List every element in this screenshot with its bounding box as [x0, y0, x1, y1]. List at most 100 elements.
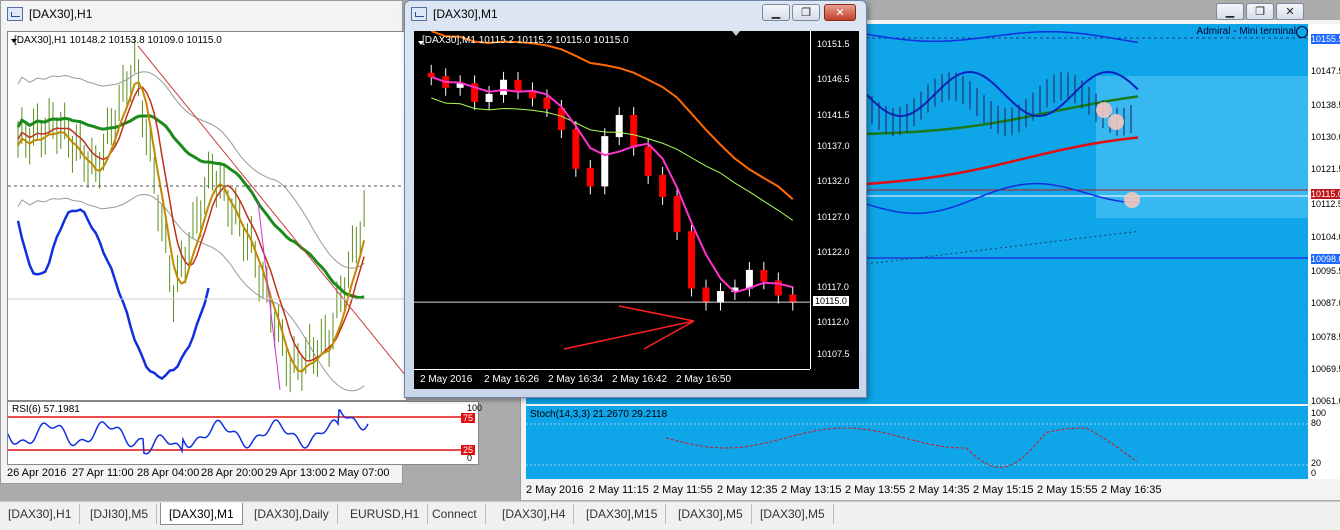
- candle-body: [615, 115, 623, 138]
- y-tick: 10061.0: [1311, 396, 1340, 404]
- tab-9[interactable]: [DAX30],M5: [752, 504, 834, 524]
- tab-6[interactable]: [DAX30],H4: [494, 504, 575, 524]
- h1-rsi-plot[interactable]: RSI(6) 57.1981: [7, 401, 479, 465]
- y-tick: 10137.0: [817, 141, 850, 152]
- candle-body: [586, 167, 594, 187]
- bollinger-lower-line: [17, 194, 365, 392]
- x-tick: 2 May 13:15: [781, 484, 842, 496]
- x-tick: 2 May 16:50: [676, 374, 732, 385]
- candle-body: [688, 231, 696, 289]
- shift-marker-icon: [732, 31, 740, 36]
- ma-blue-line: [16, 208, 210, 381]
- x-tick: 26 Apr 2016: [7, 467, 67, 479]
- signal-marker: [1096, 102, 1112, 118]
- x-tick: 28 Apr 20:00: [201, 467, 264, 479]
- y-tick: 10155.5: [1311, 34, 1340, 44]
- h1-chart-window[interactable]: [DAX30],H1 [DAX30],H1 10148.2 10153.8 10…: [0, 0, 482, 484]
- y-tick: 10069.5: [1311, 364, 1340, 374]
- y-tick: 10132.0: [817, 176, 850, 187]
- y-tick: 10141.5: [817, 109, 850, 120]
- maximize-button[interactable]: ❐: [1246, 3, 1274, 20]
- y-tick: 10117.0: [817, 282, 849, 293]
- rsi-level-labels: 100 75 25 0: [459, 403, 489, 463]
- tab-8[interactable]: [DAX30],M5: [670, 504, 752, 524]
- chart-tab-bar: [DAX30],H1 [DJI30],M5 [DAX30],M1 [DAX30],Da…: [0, 501, 1340, 530]
- mini-terminal-label: Admiral - Mini terminal: [1196, 26, 1296, 37]
- y-tick: 10104.0: [1311, 232, 1340, 242]
- candle-body: [514, 79, 522, 92]
- y-tick: 10121.5: [1311, 164, 1340, 174]
- tab-7[interactable]: [DAX30],M15: [578, 504, 667, 524]
- stoch-level: 20: [1311, 458, 1322, 468]
- m1-maximize-button[interactable]: ❐: [792, 4, 820, 21]
- m1-plot-area[interactable]: [DAX30],M1 10115.2 10115.2 10115.0 10115…: [414, 31, 859, 389]
- m5-x-axis: 2 May 2016 2 May 11:15 2 May 11:55 2 May…: [526, 480, 1308, 500]
- h1-x-axis: 26 Apr 2016 27 Apr 11:00 28 Apr 04:00 28…: [7, 463, 477, 483]
- candle-body: [543, 97, 551, 109]
- y-tick: 10107.5: [817, 348, 850, 359]
- current-price-label: 10115.0: [813, 296, 849, 307]
- mini-terminal-icon[interactable]: [1296, 26, 1308, 38]
- candle-body: [601, 136, 609, 187]
- tab-4[interactable]: EURUSD,H1: [342, 504, 429, 524]
- close-button[interactable]: ✕: [1276, 3, 1304, 20]
- x-tick: 2 May 14:35: [909, 484, 970, 496]
- bollinger-upper-line: [17, 71, 365, 269]
- y-tick: 10112.5: [1311, 199, 1340, 209]
- stoch-label: Stoch(14,3,3) 21.2670 29.2118: [530, 409, 668, 420]
- minimize-button[interactable]: ▁: [1216, 3, 1244, 20]
- m1-y-axis: 10151.5 10146.5 10141.5 10137.0 10132.0 10127…: [810, 31, 859, 369]
- stoch-level: 100: [1311, 408, 1327, 418]
- arrow-drawing: [563, 320, 695, 350]
- m1-close-button[interactable]: ✕: [824, 4, 856, 21]
- chart-window-icon: [411, 7, 427, 21]
- tab-5[interactable]: Connect: [424, 504, 486, 524]
- h1-titlebar[interactable]: [DAX30],H1: [1, 1, 402, 27]
- m1-minimize-button[interactable]: ▁: [762, 4, 790, 21]
- minimize-icon: ▁: [771, 7, 781, 19]
- x-tick: 2 May 15:15: [973, 484, 1034, 496]
- candle-body: [673, 195, 681, 233]
- x-tick: 2 May 16:42: [612, 374, 668, 385]
- tab-3[interactable]: [DAX30],Daily: [246, 504, 338, 524]
- y-tick: 10115.0: [1311, 189, 1340, 199]
- y-tick: 10146.5: [817, 74, 850, 85]
- ma-orange-line: [430, 31, 794, 200]
- stoch-line: [665, 427, 1138, 468]
- candle-body: [789, 294, 797, 303]
- x-tick: 2 May 16:35: [1101, 484, 1162, 496]
- x-tick: 2 May 11:55: [653, 484, 713, 496]
- tab-2[interactable]: [DAX30],M1: [160, 503, 243, 525]
- ma-green-line: [431, 97, 794, 221]
- ma-green-line: [16, 114, 365, 300]
- h1-price-plot[interactable]: [DAX30],H1 10148.2 10153.8 10109.0 10115…: [7, 31, 407, 401]
- rsi-level-75: 75: [461, 413, 476, 423]
- candle-body: [485, 93, 493, 102]
- arrow-drawing: [643, 320, 695, 350]
- stoch-y-axis: 100 80 20 0: [1308, 406, 1340, 479]
- y-tick: 10138.5: [1311, 100, 1340, 110]
- candle-body: [427, 72, 435, 78]
- candle-body: [659, 174, 667, 197]
- stoch-level: 0: [1311, 468, 1317, 478]
- x-tick: 2 May 15:55: [1037, 484, 1098, 496]
- y-tick: 10095.5: [1311, 266, 1340, 276]
- tab-1[interactable]: [DJI30],M5: [82, 504, 158, 524]
- m1-x-axis: 2 May 2016 2 May 16:26 2 May 16:34 2 May 16…: [414, 369, 810, 389]
- h1-price-svg: [8, 36, 406, 393]
- stoch-plot[interactable]: Stoch(14,3,3) 21.2670 29.2118: [526, 406, 1308, 479]
- m1-chart-window[interactable]: [DAX30],M1 ▁ ❐ ✕ [DAX30],M1 10115.2 1011…: [404, 0, 867, 398]
- chart-window-icon: [7, 7, 23, 21]
- y-tick: 10147.5: [1311, 66, 1340, 76]
- y-tick: 10078.5: [1311, 332, 1340, 342]
- x-tick: 27 Apr 11:00: [72, 467, 134, 479]
- x-tick: 2 May 16:34: [548, 374, 604, 385]
- tab-0[interactable]: [DAX30],H1: [0, 504, 81, 524]
- m1-price-svg: [414, 31, 810, 350]
- candle-body: [557, 107, 565, 131]
- candle-body: [716, 291, 724, 303]
- rsi-level: 100: [467, 403, 483, 413]
- y-tick: 10151.5: [817, 39, 850, 50]
- candle-body: [745, 269, 753, 289]
- x-tick: 2 May 07:00: [329, 467, 390, 479]
